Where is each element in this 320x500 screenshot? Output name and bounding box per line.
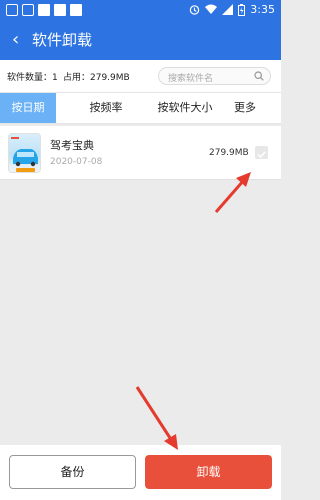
app-date: 2020-07-08	[50, 157, 103, 167]
notification-icon	[70, 4, 82, 16]
signal-icon	[222, 4, 234, 15]
app-size: 279.9MB	[209, 148, 249, 158]
bottom-action-bar: 备份 卸载	[0, 445, 281, 500]
back-arrow-icon[interactable]: ‹	[12, 30, 30, 50]
search-icon[interactable]	[254, 71, 264, 81]
select-checkbox[interactable]	[255, 146, 268, 159]
wifi-icon	[205, 4, 218, 14]
arrow-to-checkbox	[214, 179, 246, 213]
backup-button[interactable]: 备份	[9, 455, 136, 489]
tab-by-size[interactable]: 按软件大小	[140, 93, 230, 123]
tab-more[interactable]: 更多	[228, 93, 262, 123]
status-bar: 3:35	[0, 0, 281, 20]
list-item[interactable]: 驾考宝典 2020-07-08 279.9MB	[0, 126, 281, 180]
uninstall-button[interactable]: 卸载	[145, 455, 272, 489]
app-bar: ‹ 软件卸载	[0, 20, 281, 60]
search-input[interactable]: 搜索软件名	[158, 67, 271, 85]
notification-icon	[6, 4, 18, 16]
app-icon	[8, 133, 41, 173]
tab-by-date[interactable]: 按日期	[0, 93, 56, 123]
arrow-to-uninstall	[135, 386, 174, 442]
clock: 3:35	[250, 3, 275, 16]
summary-bar: 软件数量：1 占用：279.9MB 搜索软件名	[0, 60, 281, 92]
notification-icon	[38, 4, 50, 16]
search-placeholder: 搜索软件名	[168, 74, 214, 84]
app-count: 软件数量：1	[7, 73, 58, 83]
page-title: 软件卸载	[32, 31, 93, 49]
app-name: 驾考宝典	[50, 139, 94, 152]
checkmark-icon	[257, 151, 266, 159]
status-notifications	[6, 4, 82, 16]
sort-tabs: 按日期 按频率 按软件大小 更多	[0, 92, 281, 124]
image-icon	[22, 4, 34, 16]
notification-icon	[54, 4, 66, 16]
alarm-icon	[190, 5, 200, 15]
storage-used: 占用：279.9MB	[63, 73, 130, 83]
tab-by-frequency[interactable]: 按频率	[75, 93, 137, 123]
battery-icon	[238, 3, 246, 16]
